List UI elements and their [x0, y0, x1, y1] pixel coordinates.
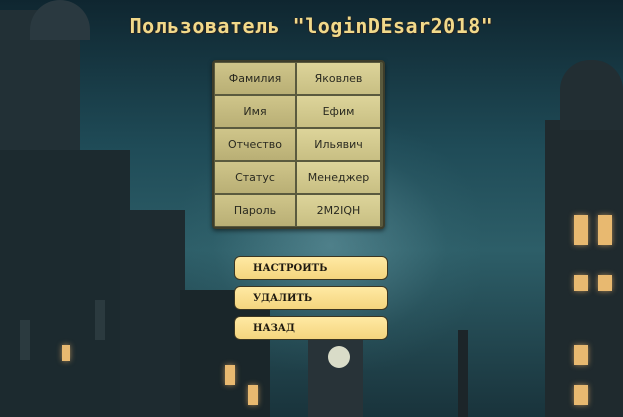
value-password: 2M2IQH — [297, 195, 380, 226]
lit-window — [574, 215, 588, 245]
configure-button[interactable]: НАСТРОИТЬ — [234, 256, 388, 280]
value-status: Менеджер — [297, 162, 380, 193]
clock-face — [328, 346, 350, 368]
lit-window — [62, 345, 70, 361]
label-firstname: Имя — [215, 96, 295, 127]
value-lastname: Яковлев — [297, 63, 380, 94]
label-status: Статус — [215, 162, 295, 193]
right-tower — [545, 120, 623, 417]
label-password: Пароль — [215, 195, 295, 226]
delete-button[interactable]: УДАЛИТЬ — [234, 286, 388, 310]
lit-window — [574, 275, 588, 291]
dark-window — [20, 320, 30, 360]
lit-window — [574, 345, 588, 365]
lit-window — [248, 385, 258, 405]
lit-window — [574, 385, 588, 405]
lit-window — [225, 365, 235, 385]
clock-tower — [308, 330, 363, 417]
lit-window — [598, 275, 612, 291]
label-patronymic: Отчество — [215, 129, 295, 160]
value-patronymic: Ильявич — [297, 129, 380, 160]
right-tower-roof — [560, 60, 623, 130]
left-building — [0, 150, 130, 417]
left-mid-building — [120, 210, 185, 417]
back-button[interactable]: НАЗАД — [234, 316, 388, 340]
user-info-grid: Фамилия Яковлев Имя Ефим Отчество Ильяви… — [212, 60, 385, 229]
label-lastname: Фамилия — [215, 63, 295, 94]
lit-window — [598, 215, 612, 245]
page-title: Пользователь "loginDEsar2018" — [129, 14, 494, 38]
dark-window — [95, 300, 105, 340]
spire — [458, 330, 468, 417]
value-firstname: Ефим — [297, 96, 380, 127]
